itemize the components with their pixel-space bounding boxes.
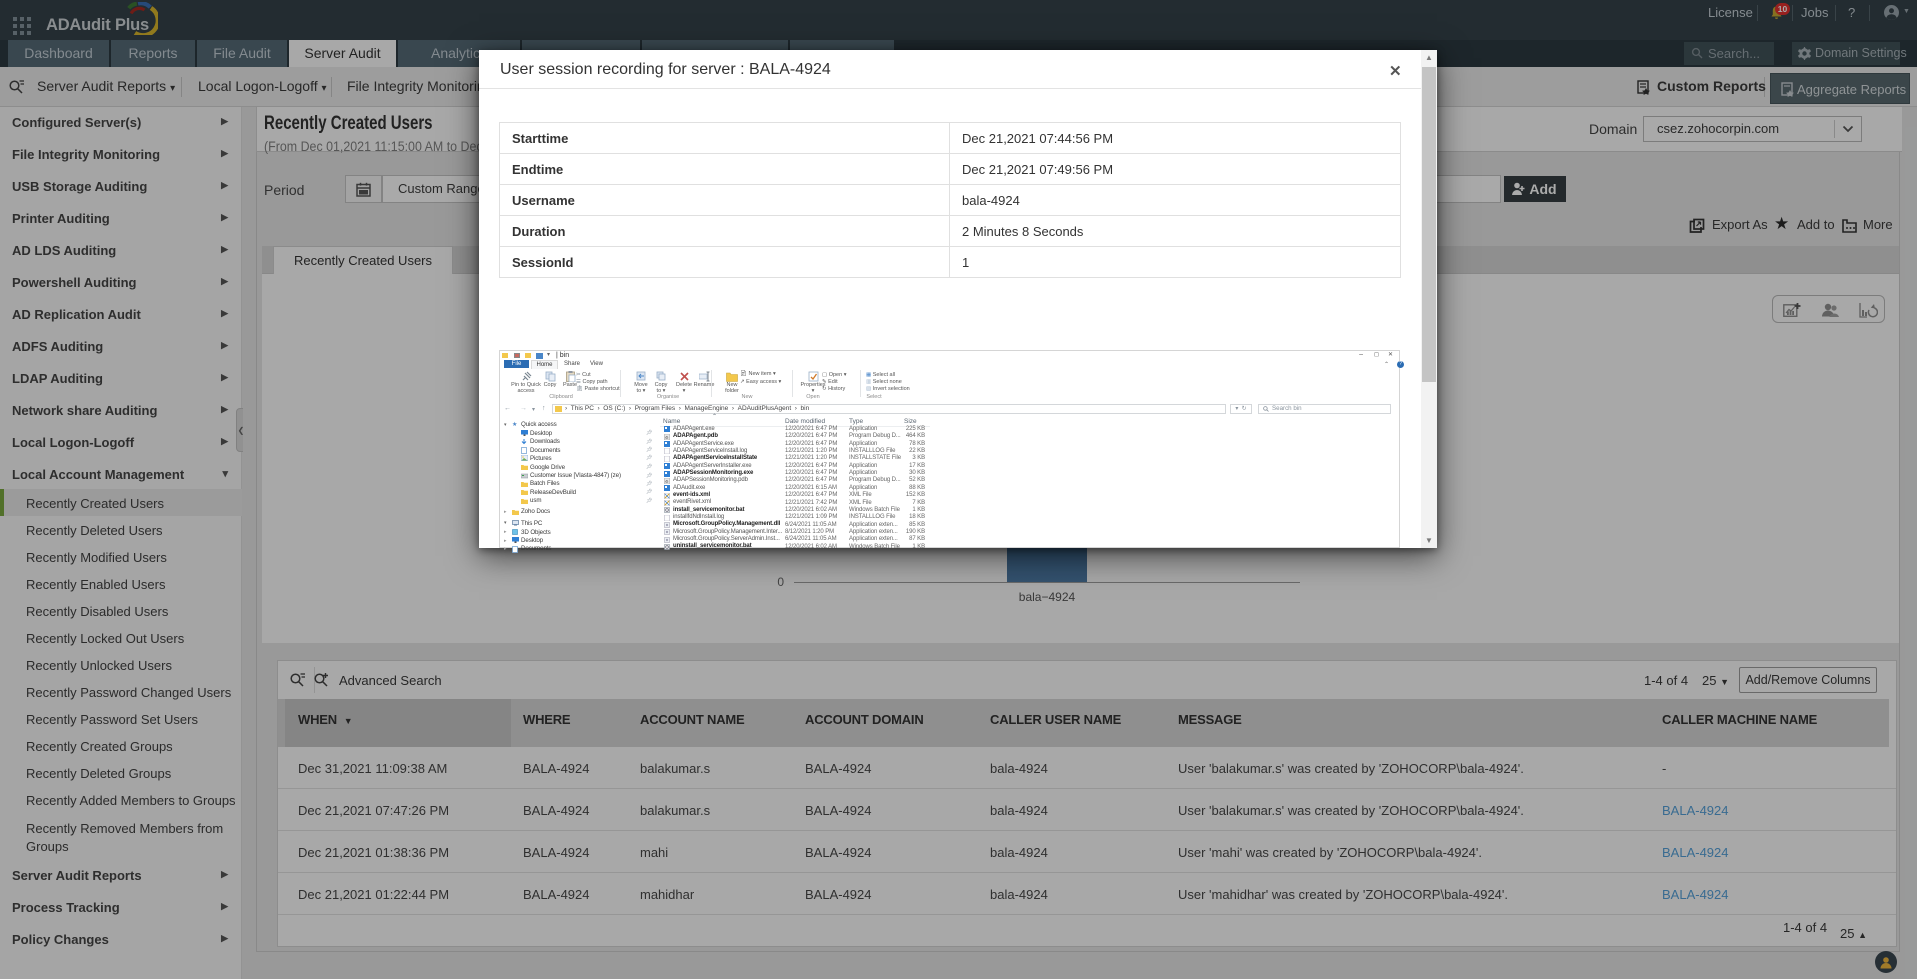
svg-text:⚙: ⚙ xyxy=(665,435,669,440)
svg-text:⚙: ⚙ xyxy=(665,479,669,484)
